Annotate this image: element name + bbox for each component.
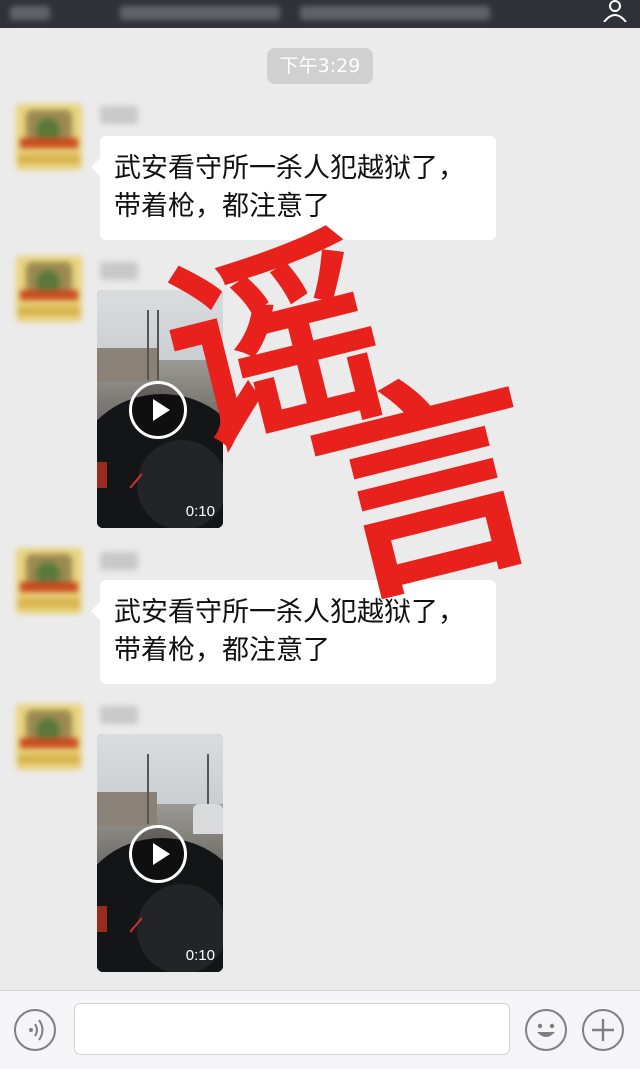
sender-name xyxy=(100,106,138,124)
chat-title-bar xyxy=(0,0,640,28)
blurred-title-part xyxy=(300,6,490,20)
video-duration: 0:10 xyxy=(185,503,215,520)
video-message[interactable]: 0:10 xyxy=(97,734,223,972)
play-icon[interactable] xyxy=(129,825,187,883)
more-options-button[interactable] xyxy=(582,1009,624,1051)
message-text-line: 带着枪，都注意了 xyxy=(114,635,330,666)
blurred-title-part xyxy=(120,6,280,20)
emoji-button[interactable] xyxy=(525,1009,567,1051)
message-input-bar xyxy=(0,990,640,1069)
blurred-title-part xyxy=(10,6,50,20)
sender-avatar[interactable] xyxy=(16,256,82,322)
plus-icon xyxy=(592,1019,614,1041)
sender-name xyxy=(100,552,138,570)
sender-name xyxy=(100,706,138,724)
emoji-icon xyxy=(537,1023,555,1037)
voice-icon xyxy=(29,1019,44,1041)
message-text-input[interactable] xyxy=(74,1003,510,1055)
sender-avatar[interactable] xyxy=(16,704,82,770)
sender-name xyxy=(100,262,138,280)
sender-avatar[interactable] xyxy=(16,104,82,170)
voice-input-button[interactable] xyxy=(14,1009,56,1051)
video-duration: 0:10 xyxy=(185,947,215,964)
sender-avatar[interactable] xyxy=(16,548,82,614)
chat-info-icon[interactable] xyxy=(600,0,630,22)
message-text-line: 武安看守所一杀人犯越狱了， xyxy=(114,153,465,184)
message-timestamp: 下午3:29 xyxy=(267,48,373,84)
